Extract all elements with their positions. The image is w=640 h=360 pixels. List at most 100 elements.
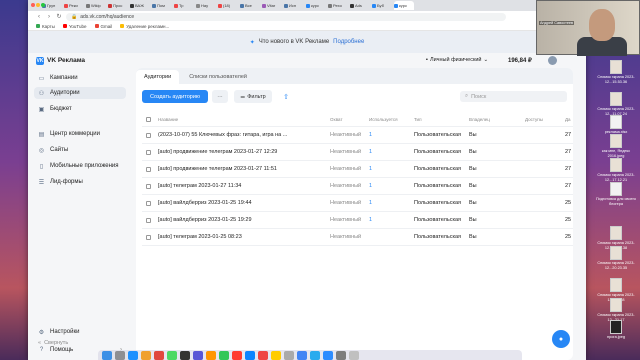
app-icon[interactable] <box>219 350 229 360</box>
row-checkbox[interactable] <box>146 166 151 172</box>
used-count[interactable]: 1 <box>369 144 409 160</box>
close-window-button[interactable] <box>31 3 35 7</box>
trash-icon[interactable] <box>349 350 359 360</box>
row-checkbox[interactable] <box>146 149 151 155</box>
table-row[interactable]: [auto] продвижение телеграм 2023-01-27 1… <box>142 144 573 161</box>
app-logo[interactable]: VK VK Реклама <box>36 56 85 65</box>
browser-tab[interactable]: Пом <box>152 1 172 10</box>
app-icon[interactable] <box>245 350 255 360</box>
browser-tab[interactable]: ВАЖ <box>130 1 150 10</box>
filter-button[interactable]: ⚌ Фильтр <box>234 90 272 103</box>
used-count[interactable]: 1 <box>369 212 409 228</box>
row-checkbox[interactable] <box>146 234 151 240</box>
sidebar-item-sites[interactable]: ◎ Сайты <box>34 144 126 156</box>
app-icon[interactable] <box>336 350 346 360</box>
desktop-file[interactable]: Подготовка для своего блогера <box>594 182 638 206</box>
app-icon[interactable] <box>193 350 203 360</box>
sidebar-item-settings[interactable]: ⚙ Настройки <box>34 326 126 338</box>
create-audience-button[interactable]: Создать аудиторию <box>142 90 208 103</box>
bookmark-gmail[interactable]: Gmail <box>94 24 112 29</box>
notes-icon[interactable] <box>271 350 281 360</box>
table-row[interactable]: (2023-10-07) 55 Ключевых фраз: гитара, и… <box>142 127 573 144</box>
url-field[interactable]: 🔒 ads.vk.com/hq/audience <box>66 12 506 21</box>
used-count[interactable]: 1 <box>369 161 409 177</box>
zoom-icon[interactable] <box>323 350 333 360</box>
audience-name[interactable]: [auto] продвижение телеграм 2023-01-27 1… <box>158 161 308 177</box>
browser-tab[interactable]: курс <box>306 1 326 10</box>
column-name[interactable]: Название <box>158 113 308 126</box>
audience-name[interactable]: [auto] телеграм 2023-01-25 08:23 <box>158 229 308 245</box>
browser-tab[interactable]: (18) <box>218 1 238 10</box>
audience-name[interactable]: [auto] вайлдберриз 2023-01-25 19:29 <box>158 212 308 228</box>
bookmark-remove-ads[interactable]: Удаление рекламн... <box>120 24 169 29</box>
more-icon[interactable]: ··· <box>212 90 228 103</box>
column-coverage[interactable]: Охват <box>330 113 366 126</box>
browser-tab[interactable]: Vitar <box>262 1 282 10</box>
search-input[interactable]: ⌕ Поиск <box>460 91 567 102</box>
row-checkbox[interactable] <box>146 217 151 223</box>
browser-tab[interactable]: Wikip <box>86 1 106 10</box>
table-row[interactable]: [auto] вайлдберриз 2023-01-25 19:29 Неак… <box>142 212 573 229</box>
announcement-link[interactable]: Подробнее <box>333 39 364 45</box>
row-checkbox[interactable] <box>146 183 151 189</box>
balance[interactable]: 196,84 ₽ <box>508 57 532 64</box>
minimize-window-button[interactable] <box>36 3 40 7</box>
sidebar-item-commerce[interactable]: ▤ Центр коммерции <box>34 128 126 140</box>
settings-icon[interactable] <box>284 350 294 360</box>
desktop-file[interactable]: как мне, Яндекс 2016.jpeg <box>594 134 638 158</box>
app-icon[interactable] <box>258 350 268 360</box>
app-icon[interactable] <box>232 350 242 360</box>
desktop-file[interactable]: Снимок экрана 2023-12...21.17 <box>594 298 638 322</box>
row-checkbox[interactable] <box>146 132 151 138</box>
table-row[interactable]: [auto] телеграм 2023-01-25 08:23 Неактив… <box>142 229 573 246</box>
browser-tab[interactable]: Ads <box>350 1 370 10</box>
forward-icon[interactable]: › <box>46 14 52 20</box>
finder-icon[interactable] <box>102 350 112 360</box>
used-count[interactable]: 1 <box>369 178 409 194</box>
column-access[interactable]: Доступы <box>525 113 555 126</box>
desktop-file[interactable]: Снимок экрана 2023-12...20.23.35 <box>594 246 638 270</box>
maximize-window-button[interactable] <box>41 3 45 7</box>
browser-tab[interactable]: Все <box>240 1 260 10</box>
column-used[interactable]: Используется <box>369 113 409 126</box>
browser-tab[interactable]: Исп <box>284 1 304 10</box>
collapse-sidebar-button[interactable]: « Свернуть <box>38 340 68 346</box>
desktop-file[interactable]: Снимок экрана 2023-12...11.07.24 <box>594 92 638 116</box>
desktop-file[interactable]: прога.jpeg <box>594 320 638 340</box>
select-all-checkbox[interactable] <box>146 117 151 122</box>
desktop-file[interactable]: Снимок экрана 2023-12...17.12.21 <box>594 158 638 182</box>
column-owner[interactable]: Владелец <box>469 113 509 126</box>
sidebar-item-mobile-apps[interactable]: ▯ Мобильные приложения <box>34 160 126 172</box>
telegram-icon[interactable] <box>310 350 320 360</box>
avatar[interactable] <box>548 56 557 65</box>
table-row[interactable]: [auto] продвижение телеграм 2023-01-27 1… <box>142 161 573 178</box>
used-count[interactable] <box>369 229 409 245</box>
audience-name[interactable]: [auto] вайлдберриз 2023-01-25 19:44 <box>158 195 308 211</box>
launchpad-icon[interactable] <box>115 350 125 360</box>
table-row[interactable]: [auto] вайлдберриз 2023-01-25 19:44 Неак… <box>142 195 573 212</box>
browser-tab[interactable]: Рехо <box>328 1 348 10</box>
table-row[interactable]: [auto] телеграм 2023-01-27 11:34 Неактив… <box>142 178 573 195</box>
browser-tab[interactable]: Груп <box>42 1 62 10</box>
used-count[interactable]: 1 <box>369 195 409 211</box>
messages-icon[interactable] <box>167 350 177 360</box>
support-chat-button[interactable]: ● <box>552 330 570 348</box>
audience-name[interactable]: (2023-10-07) 55 Ключевых фраз: гитара, и… <box>158 127 308 143</box>
tab-user-lists[interactable]: Списки пользователей <box>181 70 255 84</box>
desktop-file[interactable]: Снимок экрана 2023-12...15.53.36 <box>594 60 638 84</box>
browser-tab[interactable]: Реки <box>64 1 84 10</box>
share-icon[interactable]: ⇧ <box>279 90 293 103</box>
back-icon[interactable]: ‹ <box>36 14 42 20</box>
sidebar-item-lead-forms[interactable]: ☰ Лид-формы <box>34 176 126 188</box>
audience-name[interactable]: [auto] телеграм 2023-01-27 11:34 <box>158 178 308 194</box>
calendar-icon[interactable] <box>154 350 164 360</box>
sidebar-item-budget[interactable]: ▣ Бюджет <box>34 103 126 115</box>
sidebar-item-audiences[interactable]: ⚇ Аудитории <box>34 87 126 99</box>
photos-icon[interactable] <box>141 350 151 360</box>
bookmark-maps[interactable]: Карты <box>36 24 55 29</box>
browser-tab[interactable]: Прос <box>108 1 128 10</box>
app-icon[interactable] <box>206 350 216 360</box>
column-type[interactable]: Тип <box>414 113 476 126</box>
browser-tab[interactable]: Тр <box>174 1 194 10</box>
app-icon[interactable] <box>180 350 190 360</box>
